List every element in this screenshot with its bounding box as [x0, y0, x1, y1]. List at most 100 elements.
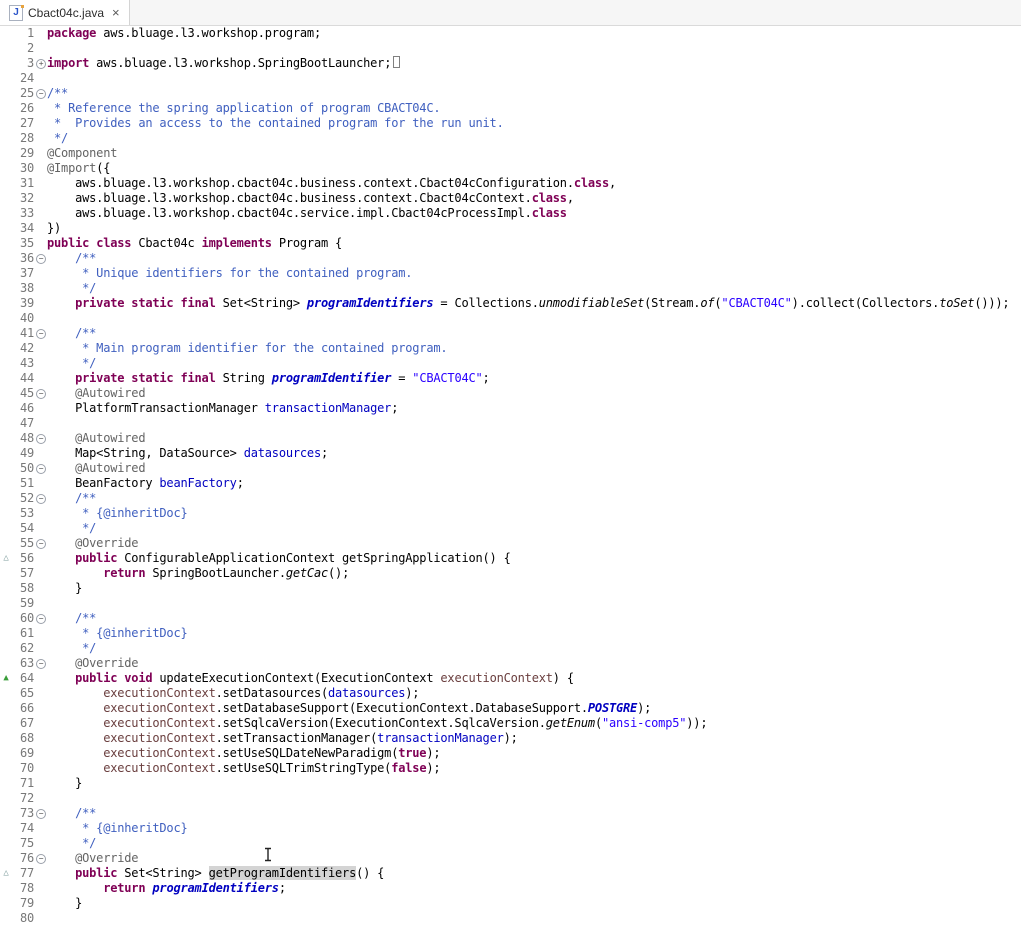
- code-line[interactable]: 33 aws.bluage.l3.workshop.cbact04c.servi…: [0, 206, 1021, 221]
- fold-expanded-icon[interactable]: −: [36, 254, 46, 264]
- fold-expanded-icon[interactable]: −: [36, 464, 46, 474]
- code-text[interactable]: return programIdentifiers;: [47, 881, 286, 896]
- code-line[interactable]: 54 */: [0, 521, 1021, 536]
- code-line[interactable]: 67 executionContext.setSqlcaVersion(Exec…: [0, 716, 1021, 731]
- code-line[interactable]: 43 */: [0, 356, 1021, 371]
- code-line[interactable]: 74 * {@inheritDoc}: [0, 821, 1021, 836]
- code-line[interactable]: 76− @Override: [0, 851, 1021, 866]
- fold-expanded-icon[interactable]: −: [36, 614, 46, 624]
- code-line[interactable]: 59: [0, 596, 1021, 611]
- code-line[interactable]: 80: [0, 911, 1021, 926]
- code-text[interactable]: */: [47, 641, 96, 656]
- code-text[interactable]: private static final String programIdent…: [47, 371, 490, 386]
- code-line[interactable]: 65 executionContext.setDatasources(datas…: [0, 686, 1021, 701]
- code-line[interactable]: 49 Map<String, DataSource> datasources;: [0, 446, 1021, 461]
- code-text[interactable]: @Autowired: [47, 461, 145, 476]
- code-line[interactable]: 35public class Cbact04c implements Progr…: [0, 236, 1021, 251]
- code-text[interactable]: /**: [47, 611, 96, 626]
- code-text[interactable]: @Autowired: [47, 386, 145, 401]
- fold-toggle-icon[interactable]: +: [34, 56, 47, 71]
- code-text[interactable]: @Component: [47, 146, 117, 161]
- code-line[interactable]: 51 BeanFactory beanFactory;: [0, 476, 1021, 491]
- code-text[interactable]: * Main program identifier for the contai…: [47, 341, 447, 356]
- code-text[interactable]: * {@inheritDoc}: [47, 626, 188, 641]
- fold-expanded-icon[interactable]: −: [36, 539, 46, 549]
- code-line[interactable]: 45− @Autowired: [0, 386, 1021, 401]
- code-line[interactable]: 79 }: [0, 896, 1021, 911]
- fold-toggle-icon[interactable]: −: [34, 461, 47, 476]
- code-text[interactable]: public void updateExecutionContext(Execu…: [47, 671, 574, 686]
- code-line[interactable]: 62 */: [0, 641, 1021, 656]
- code-line[interactable]: 24: [0, 71, 1021, 86]
- fold-expanded-icon[interactable]: −: [36, 659, 46, 669]
- fold-toggle-icon[interactable]: −: [34, 86, 47, 101]
- code-line[interactable]: 32 aws.bluage.l3.workshop.cbact04c.busin…: [0, 191, 1021, 206]
- code-text[interactable]: package aws.bluage.l3.workshop.program;: [47, 26, 321, 41]
- code-text[interactable]: * {@inheritDoc}: [47, 821, 188, 836]
- tab-close-icon[interactable]: ×: [112, 6, 120, 19]
- code-text[interactable]: */: [47, 521, 96, 536]
- fold-expanded-icon[interactable]: −: [36, 389, 46, 399]
- code-line[interactable]: ▲64 public void updateExecutionContext(E…: [0, 671, 1021, 686]
- code-line[interactable]: 41− /**: [0, 326, 1021, 341]
- fold-toggle-icon[interactable]: −: [34, 536, 47, 551]
- code-line[interactable]: 27 * Provides an access to the contained…: [0, 116, 1021, 131]
- fold-toggle-icon[interactable]: −: [34, 386, 47, 401]
- code-text[interactable]: */: [47, 356, 96, 371]
- code-line[interactable]: 30@Import({: [0, 161, 1021, 176]
- fold-toggle-icon[interactable]: −: [34, 491, 47, 506]
- code-line[interactable]: 78 return programIdentifiers;: [0, 881, 1021, 896]
- code-text[interactable]: }: [47, 581, 82, 596]
- fold-toggle-icon[interactable]: −: [34, 611, 47, 626]
- code-text[interactable]: * {@inheritDoc}: [47, 506, 188, 521]
- code-text[interactable]: @Override: [47, 656, 138, 671]
- code-text[interactable]: executionContext.setTransactionManager(t…: [47, 731, 518, 746]
- fold-toggle-icon[interactable]: −: [34, 851, 47, 866]
- code-text[interactable]: /**: [47, 806, 96, 821]
- fold-expanded-icon[interactable]: −: [36, 809, 46, 819]
- code-text[interactable]: public ConfigurableApplicationContext ge…: [47, 551, 511, 566]
- code-text[interactable]: */: [47, 836, 96, 851]
- code-line[interactable]: 42 * Main program identifier for the con…: [0, 341, 1021, 356]
- fold-expanded-icon[interactable]: −: [36, 329, 46, 339]
- code-text[interactable]: public class Cbact04c implements Program…: [47, 236, 342, 251]
- code-line[interactable]: 28 */: [0, 131, 1021, 146]
- code-line[interactable]: 70 executionContext.setUseSQLTrimStringT…: [0, 761, 1021, 776]
- code-line[interactable]: 29@Component: [0, 146, 1021, 161]
- code-line[interactable]: 34}): [0, 221, 1021, 236]
- code-line[interactable]: 75 */: [0, 836, 1021, 851]
- code-text[interactable]: executionContext.setDatabaseSupport(Exec…: [47, 701, 651, 716]
- code-line[interactable]: 2: [0, 41, 1021, 56]
- code-text[interactable]: }): [47, 221, 61, 236]
- fold-toggle-icon[interactable]: −: [34, 431, 47, 446]
- fold-expanded-icon[interactable]: −: [36, 854, 46, 864]
- code-line[interactable]: 61 * {@inheritDoc}: [0, 626, 1021, 641]
- code-line[interactable]: 3+import aws.bluage.l3.workshop.SpringBo…: [0, 56, 1021, 71]
- code-text[interactable]: executionContext.setUseSQLDateNewParadig…: [47, 746, 440, 761]
- fold-toggle-icon[interactable]: −: [34, 656, 47, 671]
- code-text[interactable]: executionContext.setUseSQLTrimStringType…: [47, 761, 440, 776]
- code-text[interactable]: @Import({: [47, 161, 110, 176]
- code-line[interactable]: 68 executionContext.setTransactionManage…: [0, 731, 1021, 746]
- code-line[interactable]: 40: [0, 311, 1021, 326]
- tab-cbact04c-java[interactable]: J Cbact04c.java ×: [0, 0, 130, 25]
- code-text[interactable]: * Reference the spring application of pr…: [47, 101, 440, 116]
- code-line[interactable]: 1package aws.bluage.l3.workshop.program;: [0, 26, 1021, 41]
- code-line[interactable]: 31 aws.bluage.l3.workshop.cbact04c.busin…: [0, 176, 1021, 191]
- code-line[interactable]: 25−/**: [0, 86, 1021, 101]
- code-line[interactable]: 44 private static final String programId…: [0, 371, 1021, 386]
- code-text[interactable]: * Unique identifiers for the contained p…: [47, 266, 412, 281]
- code-line[interactable]: 69 executionContext.setUseSQLDateNewPara…: [0, 746, 1021, 761]
- fold-expanded-icon[interactable]: −: [36, 89, 46, 99]
- code-editor[interactable]: 1package aws.bluage.l3.workshop.program;…: [0, 26, 1021, 926]
- code-text[interactable]: return SpringBootLauncher.getCac();: [47, 566, 349, 581]
- code-text[interactable]: public Set<String> getProgramIdentifiers…: [47, 866, 384, 881]
- code-text[interactable]: /**: [47, 86, 68, 101]
- code-text[interactable]: import aws.bluage.l3.workshop.SpringBoot…: [47, 56, 400, 71]
- fold-collapsed-icon[interactable]: +: [36, 59, 46, 69]
- code-line[interactable]: 63− @Override: [0, 656, 1021, 671]
- code-text[interactable]: */: [47, 131, 68, 146]
- code-text[interactable]: * Provides an access to the contained pr…: [47, 116, 504, 131]
- code-text[interactable]: /**: [47, 326, 96, 341]
- fold-expanded-icon[interactable]: −: [36, 434, 46, 444]
